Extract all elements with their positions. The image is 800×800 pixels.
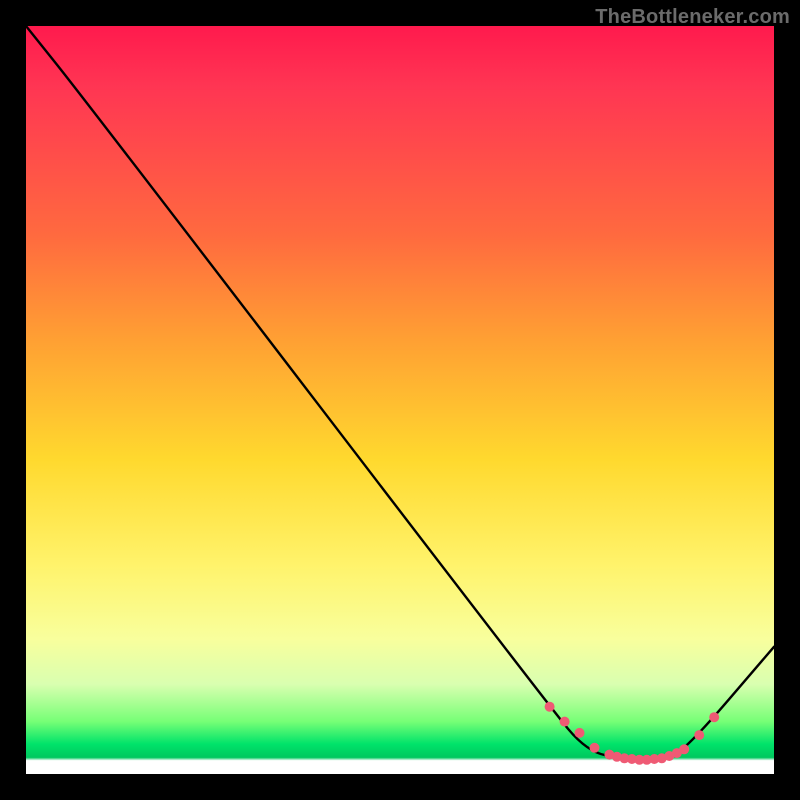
marker-dot xyxy=(694,730,704,740)
chart-stage: TheBottleneker.com xyxy=(0,0,800,800)
marker-dot xyxy=(709,712,719,722)
curve-line xyxy=(26,26,774,759)
marker-dot xyxy=(545,702,555,712)
marker-dot xyxy=(590,743,600,753)
plot-area xyxy=(26,26,774,774)
marker-dot xyxy=(575,728,585,738)
marker-dot xyxy=(560,717,570,727)
chart-svg xyxy=(26,26,774,774)
marker-dot xyxy=(679,744,689,754)
